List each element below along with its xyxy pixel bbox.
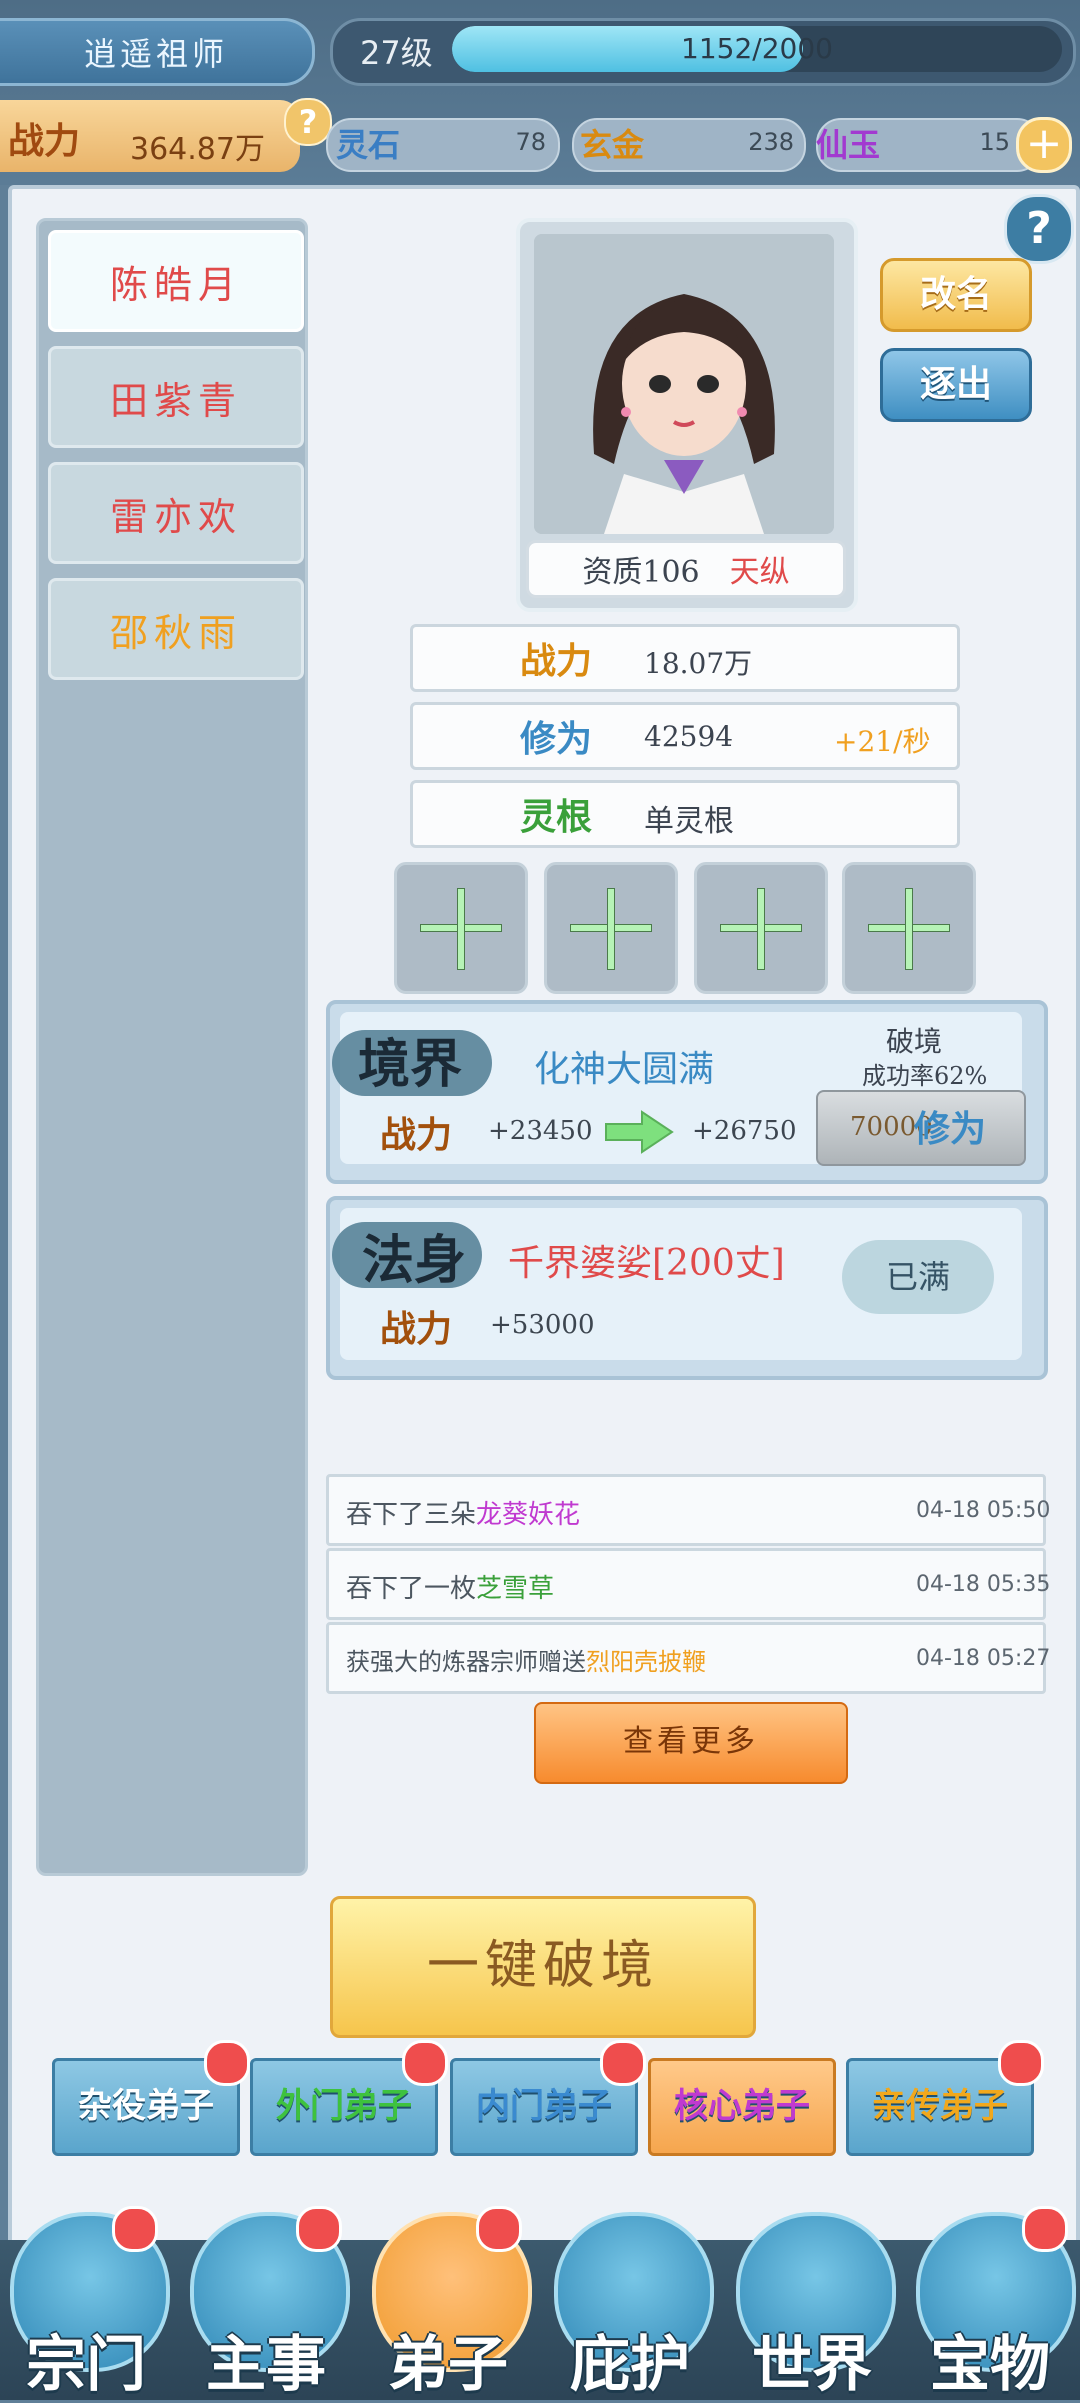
nav-label-disciples: 弟子: [388, 2330, 508, 2400]
quality-grade: 天纵: [729, 555, 790, 590]
notification-dot: [402, 2040, 448, 2086]
realm-title: 境界: [358, 1034, 463, 1095]
stat-power-label: 战力: [520, 640, 593, 682]
one-click-breakthrough-button[interactable]: 一键破境: [330, 1896, 756, 2038]
nav-label-treasure: 宝物: [930, 2330, 1050, 2400]
notification-dot: [112, 2206, 158, 2252]
equip-slot[interactable]: [694, 862, 828, 994]
stat-power-value: 18.07万: [644, 647, 753, 680]
dharma-body-title: 法身: [362, 1230, 467, 1291]
stat-cultivation-value: 42594: [644, 720, 734, 753]
immortal-jade-value: 15: [979, 128, 1010, 156]
stat-cultivation-label: 修为: [520, 718, 593, 760]
xp-progress-bar: 1152/2000: [452, 26, 1062, 72]
disciple-item[interactable]: 雷亦欢: [48, 462, 304, 564]
rename-button[interactable]: 改名: [880, 258, 1032, 332]
dharma-body-status: 已满: [842, 1240, 994, 1314]
disciple-item[interactable]: 田紫青: [48, 346, 304, 448]
xp-text: 1152/2000: [681, 32, 833, 65]
spirit-stone-label: 灵石: [336, 126, 401, 164]
realm-power-to: +26750: [692, 1116, 797, 1146]
disciple-item[interactable]: 陈皓月: [48, 230, 304, 332]
stat-root-label: 灵根: [520, 796, 593, 838]
log-time: 04-18 05:50: [916, 1498, 1051, 1523]
girl-avatar-icon: [534, 234, 834, 534]
dharma-body-power-value: +53000: [490, 1310, 595, 1340]
realm-name: 化神大圆满: [534, 1049, 715, 1090]
view-more-button[interactable]: 查看更多: [534, 1702, 848, 1784]
log-text: 获强大的炼器宗师赠送烈阳壳披鞭: [346, 1648, 706, 1676]
notification-dot: [204, 2040, 250, 2086]
quality-bar: 资质106 天纵: [526, 540, 846, 598]
nav-label-sect: 宗门: [26, 2330, 146, 2400]
mystic-gold-value: 238: [748, 128, 794, 156]
dharma-body-power-label: 战力: [380, 1308, 453, 1350]
expel-button[interactable]: 逐出: [880, 348, 1032, 422]
equip-slot[interactable]: [394, 862, 528, 994]
equip-slot[interactable]: [842, 862, 976, 994]
power-help-icon[interactable]: ?: [284, 98, 332, 146]
notification-dot: [600, 2040, 646, 2086]
total-power-value: 364.87万: [130, 132, 265, 167]
breakthrough-label: 破境: [886, 1025, 943, 1058]
notification-dot: [296, 2206, 342, 2252]
disciple-item[interactable]: 邵秋雨: [48, 578, 304, 680]
stat-root-value: 单灵根: [644, 804, 734, 839]
nav-label-affairs: 主事: [206, 2330, 326, 2400]
log-text: 吞下了三朵龙葵妖花: [346, 1500, 581, 1530]
tab-core-disciples[interactable]: 核心弟子: [648, 2058, 836, 2156]
dharma-body-name: 千界婆娑[200丈]: [508, 1243, 785, 1284]
player-level: 27级: [360, 34, 433, 72]
notification-dot: [1022, 2206, 1068, 2252]
realm-power-label: 战力: [380, 1114, 453, 1156]
log-text: 吞下了一枚芝雪草: [346, 1574, 555, 1604]
notification-dot: [476, 2206, 522, 2252]
mystic-gold-label: 玄金: [580, 126, 645, 164]
realm-power-from: +23450: [488, 1116, 593, 1146]
notification-dot: [998, 2040, 1044, 2086]
equip-slot[interactable]: [544, 862, 678, 994]
log-time: 04-18 05:35: [916, 1572, 1051, 1597]
disciple-portrait: [534, 234, 834, 534]
spirit-stone-value: 78: [515, 128, 546, 156]
nav-label-world: 世界: [752, 2330, 872, 2400]
add-currency-button[interactable]: +: [1016, 117, 1072, 173]
arrow-right-icon: [604, 1110, 674, 1158]
nav-label-protection: 庇护: [570, 2330, 690, 2400]
immortal-jade-label: 仙玉: [816, 126, 881, 164]
quality-label: 资质106: [582, 555, 700, 590]
total-power-label: 战力: [8, 120, 81, 162]
breakthrough-cost-label: 修为: [914, 1108, 987, 1150]
player-name[interactable]: 逍遥祖师: [0, 18, 315, 86]
help-icon[interactable]: ?: [1004, 194, 1074, 264]
stat-cultivation-rate: +21/秒: [834, 725, 931, 758]
success-rate: 成功率62%: [862, 1062, 988, 1090]
log-time: 04-18 05:27: [916, 1646, 1051, 1671]
